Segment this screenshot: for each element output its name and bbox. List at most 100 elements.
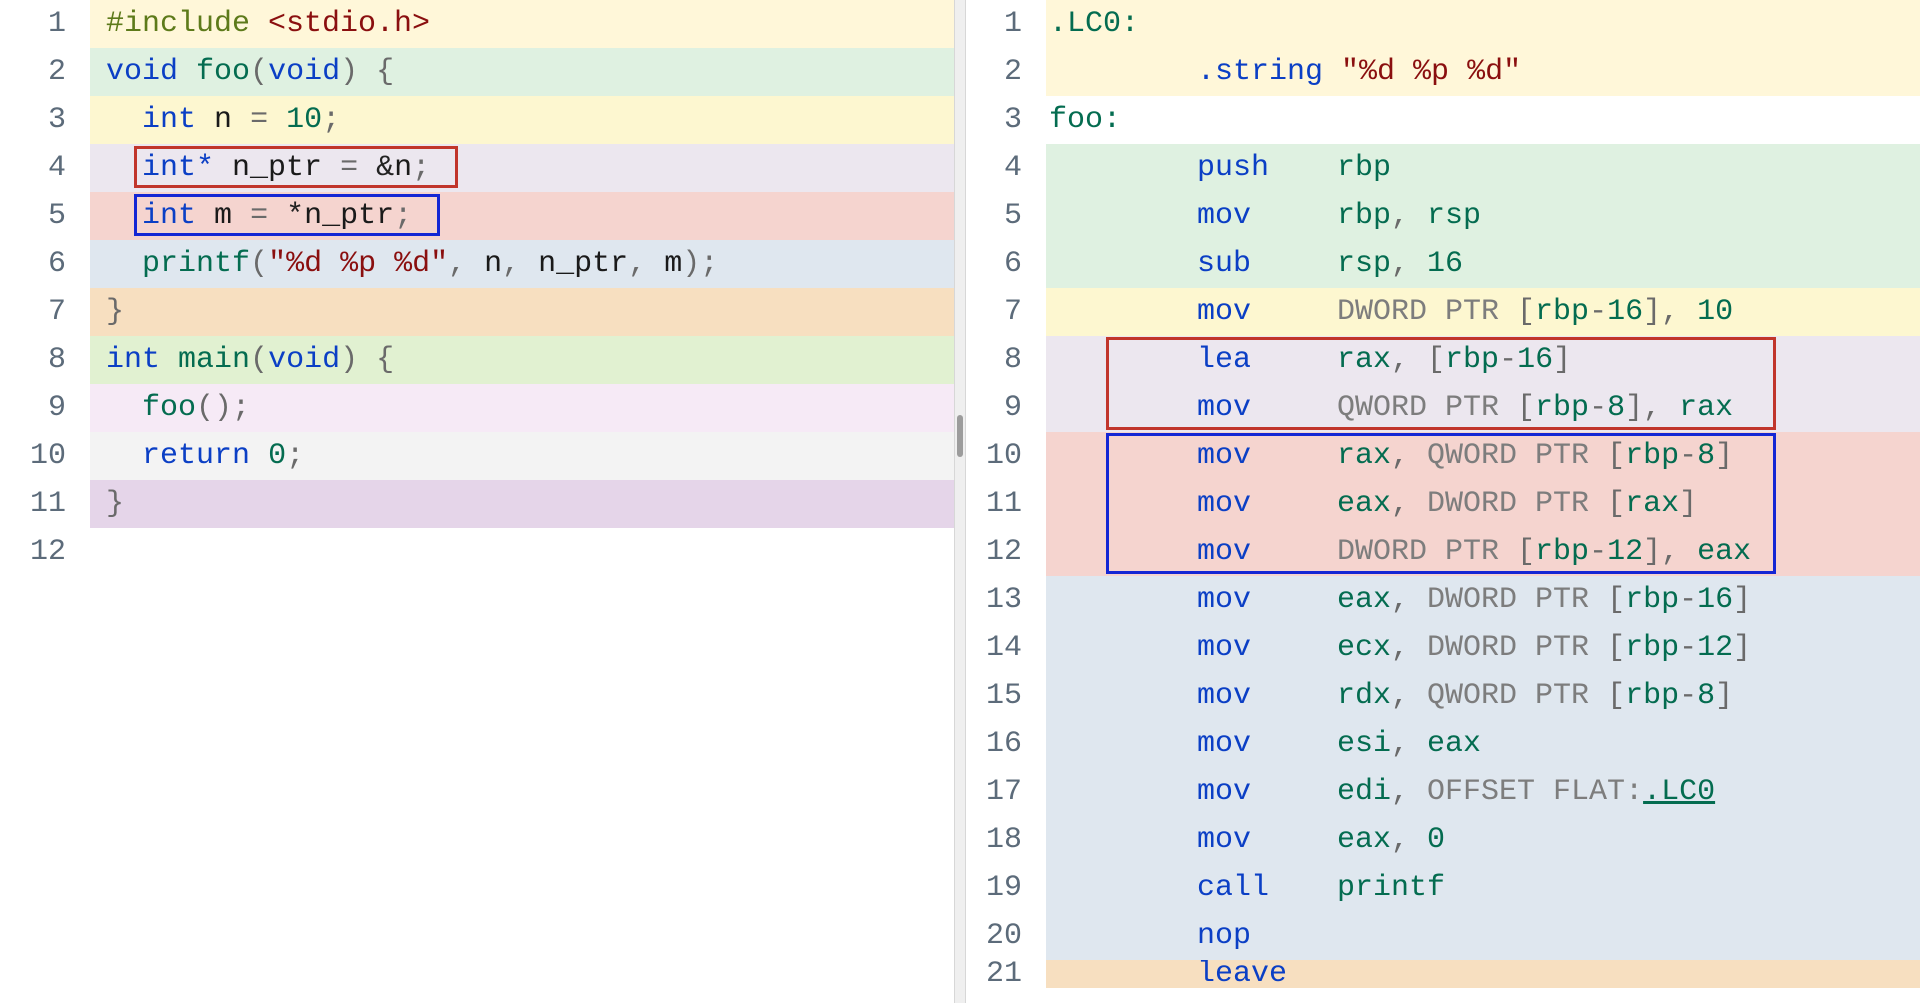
line-number: 14 <box>966 624 1046 672</box>
source-token-stream: int* n_ptr = &n; <box>106 151 430 185</box>
source-code-cell: foo(); <box>90 384 954 432</box>
line-number: 15 <box>966 672 1046 720</box>
assembly-code-table: 1.LC0:2.string "%d %p %d"3foo:4pushrbp5m… <box>966 0 1920 988</box>
asm-line[interactable]: 14movecx, DWORD PTR [rbp-12] <box>966 624 1920 672</box>
asm-line[interactable]: 21leave <box>966 960 1920 988</box>
asm-code-cell: movedi, OFFSET FLAT:.LC0 <box>1046 768 1920 816</box>
asm-line[interactable]: 1.LC0: <box>966 0 1920 48</box>
source-token-stream: void foo(void) { <box>106 55 394 89</box>
asm-code-cell: movrax, QWORD PTR [rbp-8] <box>1046 432 1920 480</box>
line-number: 9 <box>0 384 90 432</box>
asm-code-cell: subrsp, 16 <box>1046 240 1920 288</box>
asm-mnemonic: mov <box>1197 583 1251 617</box>
asm-mnemonic: call <box>1197 871 1269 905</box>
source-token-stream: } <box>106 295 124 329</box>
asm-line[interactable]: 16movesi, eax <box>966 720 1920 768</box>
asm-line[interactable]: 4pushrbp <box>966 144 1920 192</box>
asm-code-cell: moveax, 0 <box>1046 816 1920 864</box>
source-line[interactable]: 12 <box>0 528 954 576</box>
source-line[interactable]: 2 void foo(void) { <box>0 48 954 96</box>
asm-code-cell: leave <box>1046 960 1920 988</box>
source-code-cell: int* n_ptr = &n; <box>90 144 954 192</box>
asm-line[interactable]: 20nop <box>966 912 1920 960</box>
source-line[interactable]: 11} <box>0 480 954 528</box>
line-number: 10 <box>0 432 90 480</box>
line-number: 7 <box>966 288 1046 336</box>
line-number: 8 <box>966 336 1046 384</box>
scrollbar-thumb[interactable] <box>957 415 963 457</box>
source-token-stream: foo(); <box>106 391 250 425</box>
asm-mnemonic: mov <box>1197 487 1251 521</box>
asm-code-cell: movDWORD PTR [rbp-12], eax <box>1046 528 1920 576</box>
asm-code-cell: movDWORD PTR [rbp-16], 10 <box>1046 288 1920 336</box>
source-line[interactable]: 9 foo(); <box>0 384 954 432</box>
source-code-cell: #include <stdio.h> <box>90 0 954 48</box>
source-line[interactable]: 8 int main(void) { <box>0 336 954 384</box>
source-token-stream: int main(void) { <box>106 343 394 377</box>
source-token-stream: int n = 10; <box>106 103 340 137</box>
asm-code-cell: movesi, eax <box>1046 720 1920 768</box>
asm-line[interactable]: 8learax, [rbp-16] <box>966 336 1920 384</box>
line-number: 5 <box>966 192 1046 240</box>
line-number: 4 <box>0 144 90 192</box>
asm-line[interactable]: 11moveax, DWORD PTR [rax] <box>966 480 1920 528</box>
asm-line[interactable]: 10movrax, QWORD PTR [rbp-8] <box>966 432 1920 480</box>
line-number: 13 <box>966 576 1046 624</box>
source-code-cell: } <box>90 480 954 528</box>
asm-code-cell: moveax, DWORD PTR [rbp-16] <box>1046 576 1920 624</box>
asm-mnemonic: mov <box>1197 679 1251 713</box>
asm-line[interactable]: 3foo: <box>966 96 1920 144</box>
asm-line[interactable]: 19callprintf <box>966 864 1920 912</box>
asm-line[interactable]: 17movedi, OFFSET FLAT:.LC0 <box>966 768 1920 816</box>
line-number: 16 <box>966 720 1046 768</box>
asm-code-cell: callprintf <box>1046 864 1920 912</box>
pane-divider[interactable] <box>954 0 966 1003</box>
asm-mnemonic: mov <box>1197 295 1251 329</box>
asm-mnemonic: mov <box>1197 199 1251 233</box>
asm-line[interactable]: 15movrdx, QWORD PTR [rbp-8] <box>966 672 1920 720</box>
asm-line[interactable]: 13moveax, DWORD PTR [rbp-16] <box>966 576 1920 624</box>
line-number: 9 <box>966 384 1046 432</box>
asm-line[interactable]: 6subrsp, 16 <box>966 240 1920 288</box>
line-number: 8 <box>0 336 90 384</box>
source-line[interactable]: 3 int n = 10; <box>0 96 954 144</box>
asm-line[interactable]: 5movrbp, rsp <box>966 192 1920 240</box>
line-number: 17 <box>966 768 1046 816</box>
source-token-stream: printf("%d %p %d", n, n_ptr, m); <box>106 247 718 281</box>
assembly-pane[interactable]: 1.LC0:2.string "%d %p %d"3foo:4pushrbp5m… <box>966 0 1920 1003</box>
line-number: 1 <box>966 0 1046 48</box>
source-pane[interactable]: 1#include <stdio.h>2 void foo(void) { 3 in… <box>0 0 954 1003</box>
source-line[interactable]: 4 int* n_ptr = &n; <box>0 144 954 192</box>
asm-mnemonic: mov <box>1197 391 1251 425</box>
source-code-table: 1#include <stdio.h>2 void foo(void) { 3 in… <box>0 0 954 576</box>
source-line[interactable]: 7} <box>0 288 954 336</box>
asm-mnemonic: mov <box>1197 631 1251 665</box>
asm-line[interactable]: 2.string "%d %p %d" <box>966 48 1920 96</box>
asm-mnemonic: sub <box>1197 247 1251 281</box>
source-line[interactable]: 1#include <stdio.h> <box>0 0 954 48</box>
asm-mnemonic: mov <box>1197 439 1251 473</box>
line-number: 19 <box>966 864 1046 912</box>
line-number: 6 <box>966 240 1046 288</box>
asm-mnemonic: mov <box>1197 727 1251 761</box>
source-line[interactable]: 6 printf("%d %p %d", n, n_ptr, m); <box>0 240 954 288</box>
asm-code-cell: moveax, DWORD PTR [rax] <box>1046 480 1920 528</box>
line-number: 6 <box>0 240 90 288</box>
line-number: 2 <box>0 48 90 96</box>
asm-mnemonic: push <box>1197 151 1269 185</box>
source-code-cell <box>90 528 954 576</box>
source-code-cell: } <box>90 288 954 336</box>
source-line[interactable]: 5 int m = *n_ptr; <box>0 192 954 240</box>
line-number: 3 <box>966 96 1046 144</box>
asm-code-cell: .string "%d %p %d" <box>1046 48 1920 96</box>
asm-mnemonic: mov <box>1197 775 1251 809</box>
source-line[interactable]: 10 return 0; <box>0 432 954 480</box>
asm-line[interactable]: 12movDWORD PTR [rbp-12], eax <box>966 528 1920 576</box>
source-code-cell: return 0; <box>90 432 954 480</box>
asm-line[interactable]: 18moveax, 0 <box>966 816 1920 864</box>
asm-mnemonic: mov <box>1197 535 1251 569</box>
asm-line[interactable]: 9movQWORD PTR [rbp-8], rax <box>966 384 1920 432</box>
source-code-cell: int main(void) { <box>90 336 954 384</box>
asm-line[interactable]: 7movDWORD PTR [rbp-16], 10 <box>966 288 1920 336</box>
asm-label: foo: <box>1049 103 1121 137</box>
